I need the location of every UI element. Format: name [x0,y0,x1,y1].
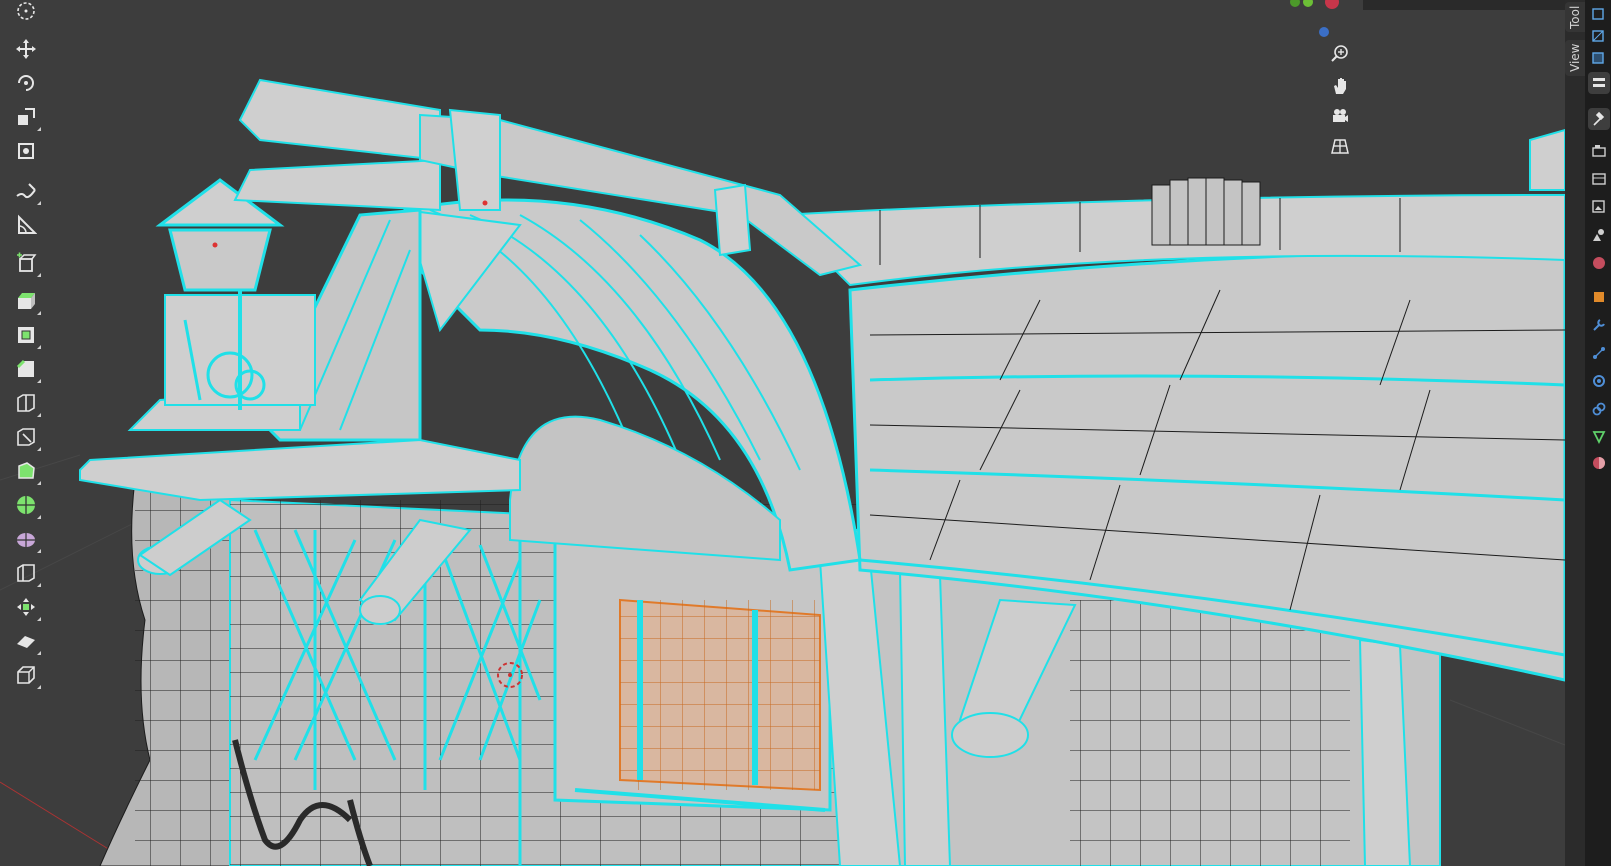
edge-slide-icon[interactable] [10,558,42,588]
world-icon[interactable] [1588,252,1610,274]
mesh-scene[interactable] [0,0,1565,866]
measure-icon[interactable] [10,210,42,240]
smooth-icon[interactable] [10,524,42,554]
shrink-fatten-icon[interactable] [10,592,42,622]
chimney-mesh [1151,177,1261,246]
hand-pan-icon[interactable] [1326,72,1354,100]
poly-build-icon[interactable] [10,456,42,486]
render-icon[interactable] [1588,140,1610,162]
perspective-grid-icon[interactable] [1326,132,1354,160]
constraints-icon[interactable] [1588,398,1610,420]
spin-icon[interactable] [10,490,42,520]
modifier-icon[interactable] [1588,314,1610,336]
ledge-mesh [79,388,521,502]
physics-icon[interactable] [1588,370,1610,392]
knife-icon[interactable] [10,422,42,452]
tab-tool[interactable]: Tool [1565,2,1585,32]
transform-icon[interactable] [10,136,42,166]
face-select-icon[interactable] [1588,48,1610,70]
camera-view-icon[interactable] [1326,102,1354,130]
inset-faces-icon[interactable] [10,320,42,350]
output-icon[interactable] [1588,168,1610,190]
tool-settings-icon[interactable] [1588,72,1610,94]
tool-shelf [6,0,46,866]
add-cube-icon[interactable] [10,248,42,278]
properties-tabs [1585,0,1611,866]
3d-viewport[interactable] [0,0,1565,866]
data-icon[interactable] [1588,426,1610,448]
tab-view[interactable]: View [1565,40,1585,76]
rotate-icon[interactable] [10,68,42,98]
view-layer-icon[interactable] [1588,196,1610,218]
edge-select-icon[interactable] [1588,26,1610,48]
extrude-region-icon[interactable] [10,286,42,316]
axis-gizmo[interactable] [1290,0,1350,40]
zoom-icon[interactable] [1326,40,1354,68]
loop-cut-icon[interactable] [10,388,42,418]
annotate-icon[interactable] [10,176,42,206]
material-icon[interactable] [1588,452,1610,474]
bevel-icon[interactable] [10,354,42,384]
move-icon[interactable] [10,34,42,64]
object-icon[interactable] [1588,286,1610,308]
rip-region-icon[interactable] [10,660,42,690]
cursor-icon[interactable] [10,0,42,26]
vertex-select-icon[interactable] [1588,4,1610,26]
scale-icon[interactable] [10,102,42,132]
tool-properties-icon[interactable] [1588,108,1610,130]
particles-icon[interactable] [1588,342,1610,364]
shear-icon[interactable] [10,626,42,656]
viewport-header [1363,0,1565,10]
scene-icon[interactable] [1588,224,1610,246]
sidebar-tabs: Tool View [1565,0,1585,866]
